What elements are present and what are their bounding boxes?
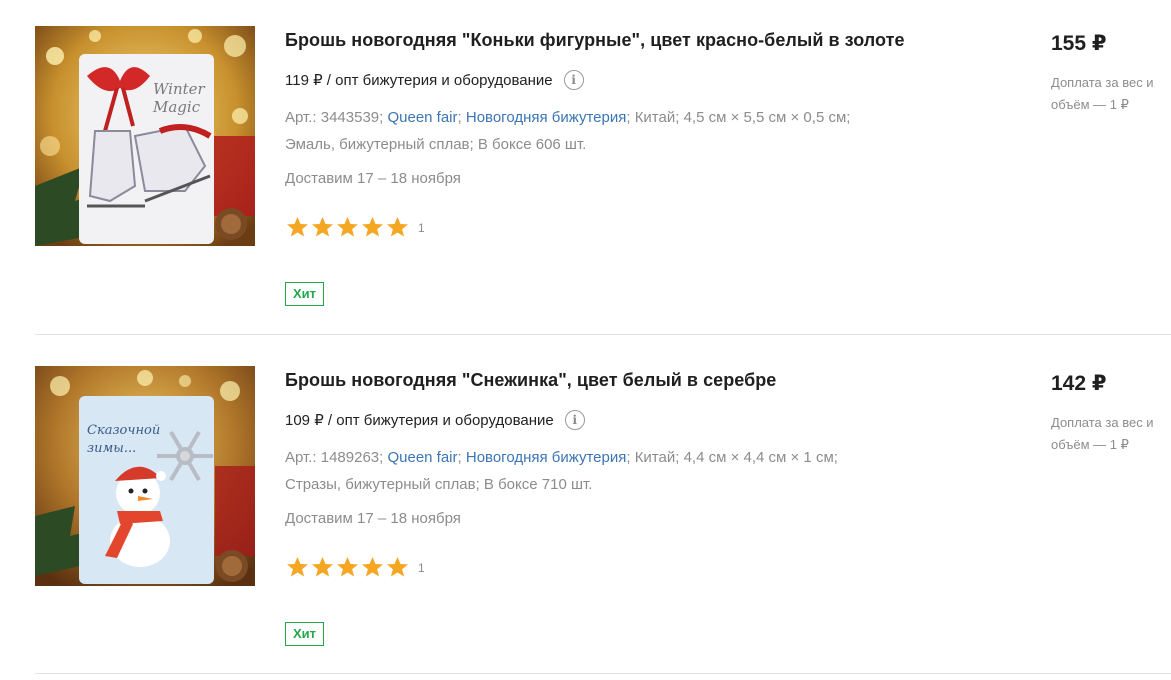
category-link[interactable]: Новогодняя бижутерия xyxy=(466,449,626,466)
material: Эмаль, бижутерный сплав; xyxy=(285,136,474,153)
wholesale-price: 109 ₽ / опт бижутерия и оборудование i xyxy=(285,410,585,430)
delivery-date: Доставим 17 – 18 ноября xyxy=(285,510,461,527)
product-price: 155 ₽ xyxy=(1051,32,1107,55)
product-list: Winter Magic Брошь новогодняя "Коньки фи… xyxy=(0,0,1171,680)
star-icon xyxy=(287,217,308,237)
star-icon xyxy=(337,217,358,237)
star-icon xyxy=(387,557,408,577)
product-title[interactable]: Брошь новогодняя "Снежинка", цвет белый … xyxy=(285,370,776,391)
product-title[interactable]: Брошь новогодняя "Коньки фигурные", цвет… xyxy=(285,30,905,51)
skates-brooch-image: Winter Magic xyxy=(35,26,255,246)
product-price: 142 ₽ xyxy=(1051,372,1107,395)
image-text-line-2: зимы... xyxy=(87,441,136,456)
star-icon xyxy=(387,217,408,237)
box-quantity: В боксе 606 шт. xyxy=(477,136,587,153)
size: 4,4 см × 4,4 см × 1 см; xyxy=(683,449,838,466)
image-text-line-2: Magic xyxy=(152,98,201,116)
star-icon xyxy=(337,557,358,577)
star-icon xyxy=(312,557,333,577)
surcharge-note: Доплата за вес и объём — 1 ₽ xyxy=(1051,75,1154,112)
wholesale-price: 119 ₽ / опт бижутерия и оборудование i xyxy=(285,70,584,90)
product-image[interactable]: Сказочной зимы... xyxy=(35,366,255,586)
rating[interactable]: 1 xyxy=(285,556,425,578)
product-attributes: Арт.: 1489263; Queen fair; Новогодняя би… xyxy=(285,449,838,493)
star-icon xyxy=(287,557,308,577)
brand-link[interactable]: Queen fair xyxy=(387,109,457,126)
country: Китай; xyxy=(634,109,680,126)
delivery-date: Доставим 17 – 18 ноября xyxy=(285,170,461,187)
product-card: Сказочной зимы... Брошь новогодняя "Снеж… xyxy=(35,340,1171,680)
surcharge-note: Доплата за вес и объём — 1 ₽ xyxy=(1051,415,1154,452)
wholesale-price-text: 119 ₽ / опт бижутерия и оборудование xyxy=(285,72,553,89)
star-icon xyxy=(362,217,383,237)
star-icon xyxy=(312,217,333,237)
product-image[interactable]: Winter Magic xyxy=(35,26,255,246)
article-number: Арт.: 1489263; xyxy=(285,449,384,466)
brand-link[interactable]: Queen fair xyxy=(387,449,457,466)
info-circle-icon[interactable]: i xyxy=(563,70,584,90)
image-text-line-1: Winter xyxy=(153,80,206,98)
star-icon xyxy=(362,557,383,577)
material: Стразы, бижутерный сплав; xyxy=(285,476,480,493)
snowflake-brooch-image: Сказочной зимы... xyxy=(35,366,255,586)
reviews-count[interactable]: 1 xyxy=(418,561,425,575)
hit-badge: Хит xyxy=(285,282,325,306)
image-text-line-1: Сказочной xyxy=(87,423,160,438)
reviews-count[interactable]: 1 xyxy=(418,221,425,235)
article-number: Арт.: 3443539; xyxy=(285,109,384,126)
country: Китай; xyxy=(634,449,680,466)
product-attributes: Арт.: 3443539; Queen fair; Новогодняя би… xyxy=(285,109,851,153)
product-card: Winter Magic Брошь новогодняя "Коньки фи… xyxy=(35,0,1171,340)
wholesale-price-text: 109 ₽ / опт бижутерия и оборудование xyxy=(285,412,554,429)
category-link[interactable]: Новогодняя бижутерия xyxy=(466,109,626,126)
hit-badge: Хит xyxy=(285,622,325,646)
info-circle-icon[interactable]: i xyxy=(564,410,585,430)
rating[interactable]: 1 xyxy=(285,216,425,238)
box-quantity: В боксе 710 шт. xyxy=(483,476,593,493)
size: 4,5 см × 5,5 см × 0,5 см; xyxy=(683,109,851,126)
